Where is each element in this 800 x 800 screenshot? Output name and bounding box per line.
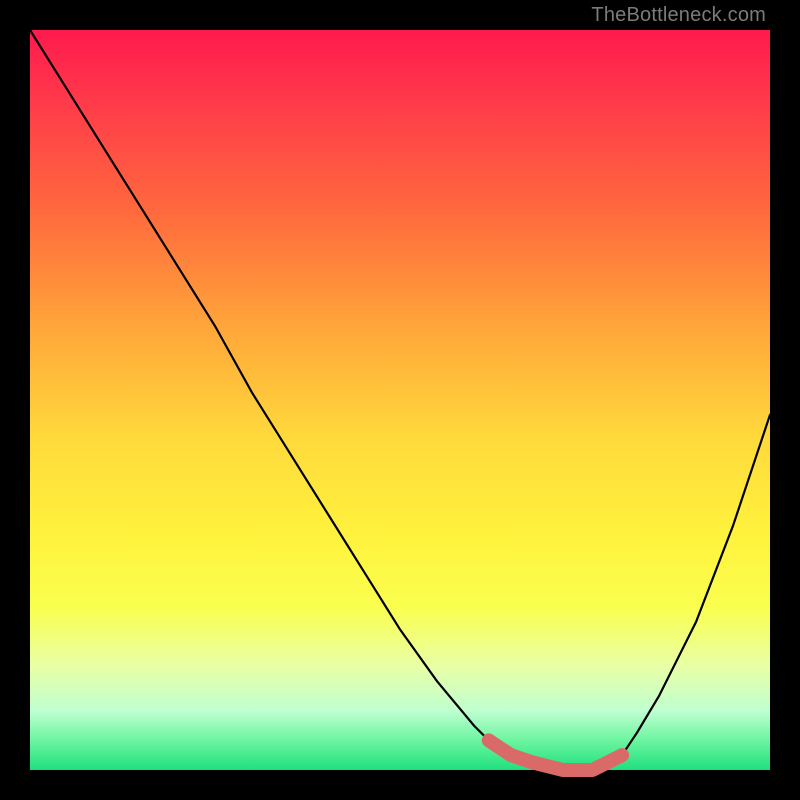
watermark-text: TheBottleneck.com (591, 4, 766, 27)
bottleneck-curve (30, 30, 770, 770)
highlight-end-dot (615, 748, 629, 762)
highlight-segment (489, 740, 622, 770)
plot-area (30, 30, 770, 770)
chart-svg (30, 30, 770, 770)
chart-frame: TheBottleneck.com (0, 0, 800, 800)
